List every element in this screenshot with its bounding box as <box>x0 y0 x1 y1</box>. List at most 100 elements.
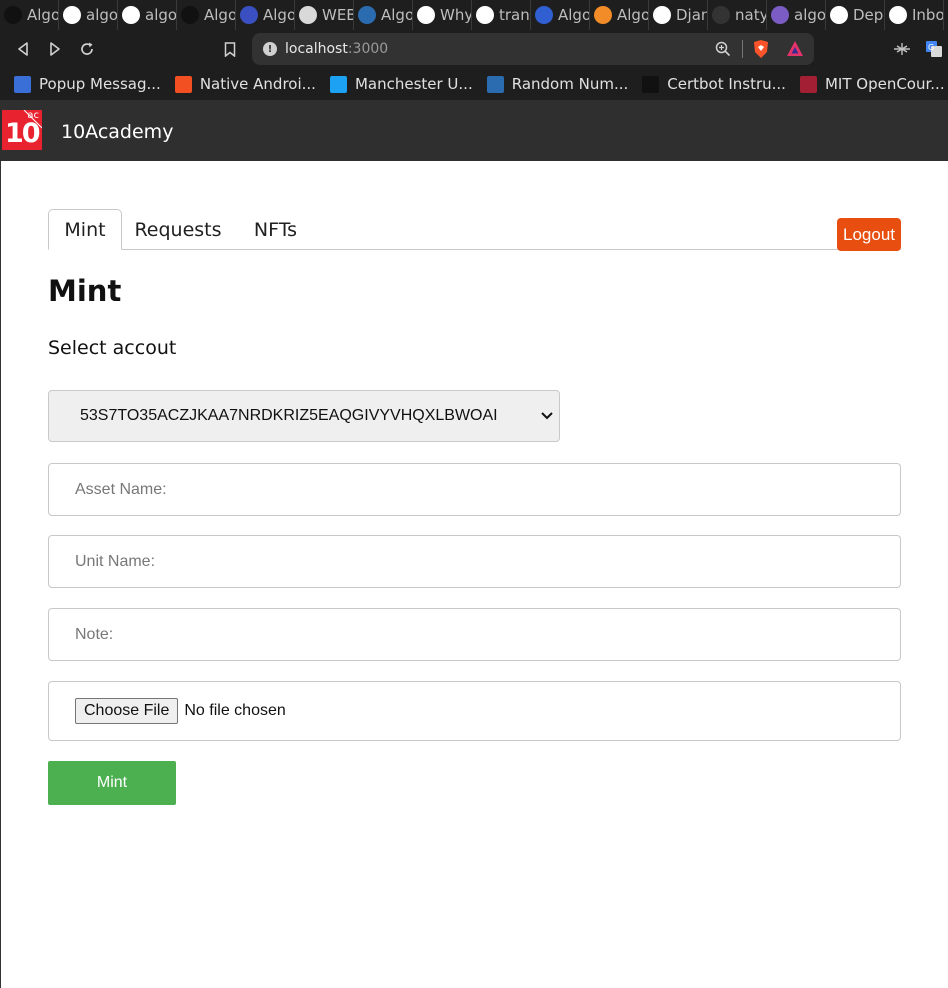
url-host: localhost <box>285 41 348 57</box>
account-select-value: 53S7TO35ACZJKAA7NRDKRIZ5EAQGIVYVHQXLBWOA… <box>80 407 498 424</box>
browser-tab-title: Algo <box>27 6 59 24</box>
bookmark-label: Native Androi... <box>199 75 316 93</box>
google-icon <box>63 6 81 24</box>
browser-tab[interactable]: Algo <box>0 0 59 30</box>
asset-name-input[interactable]: Asset Name: <box>48 463 901 516</box>
browser-tab[interactable]: algo <box>767 0 826 30</box>
page-title: Mint <box>48 274 122 308</box>
browser-tab[interactable]: algo <box>59 0 118 30</box>
bookmark-label: Random Num... <box>511 75 629 93</box>
browser-tab-title: algo <box>794 6 826 24</box>
extension-puzzle-icon[interactable] <box>890 37 914 61</box>
brave-rewards-icon[interactable] <box>786 40 804 61</box>
algorand-white-icon <box>417 6 435 24</box>
algoexplorer-icon <box>240 6 258 24</box>
svg-text:G: G <box>928 43 934 52</box>
bookmark-label: Manchester U... <box>354 75 473 93</box>
bookmark-icon[interactable] <box>218 37 242 61</box>
browser-tab-title: Inbo <box>912 6 944 24</box>
browser-tab-strip: Algo algo algo Algo Algo WEB Algo Why tran Algo Al… <box>0 0 948 30</box>
browser-tab[interactable]: Algo <box>531 0 590 30</box>
browser-tab[interactable]: Why <box>413 0 472 30</box>
unit-name-input[interactable]: Unit Name: <box>48 535 901 588</box>
site-info-icon[interactable]: ! <box>263 42 277 56</box>
gmail-icon <box>889 6 907 24</box>
logout-button[interactable]: Logout <box>837 218 901 251</box>
note-input[interactable]: Note: <box>48 608 901 661</box>
page-left-border <box>0 161 1 988</box>
bookmark-favicon-icon <box>799 75 817 93</box>
translate-extension-icon[interactable]: G <box>922 37 946 61</box>
bookmark-favicon-icon <box>14 75 31 93</box>
browser-tab[interactable]: Algo <box>177 0 236 30</box>
browser-tab-title: tran <box>499 6 530 24</box>
browser-tab[interactable]: Djan <box>649 0 708 30</box>
browser-tab-title: Djan <box>676 6 708 24</box>
nav-tabs: Mint Requests NFTs <box>48 209 901 250</box>
browser-tab-title: Algo <box>204 6 236 24</box>
tab-nfts[interactable]: NFTs <box>238 209 313 250</box>
google-icon <box>122 6 140 24</box>
bookmarks-bar: Popup Messag... Native Androi... Mancheste… <box>0 68 948 100</box>
choose-file-button[interactable]: Choose File <box>75 698 179 724</box>
google-icon <box>653 6 671 24</box>
10academy-logo[interactable]: 10 ac <box>2 110 42 150</box>
address-bar[interactable]: ! localhost:3000 <box>252 33 814 65</box>
urlbar-divider <box>742 40 743 58</box>
browser-tab-title: Algo <box>617 6 649 24</box>
bookmark-item[interactable]: Popup Messag... <box>14 75 161 93</box>
browser-tab[interactable]: WEB <box>295 0 354 30</box>
browser-tab[interactable]: algo <box>118 0 177 30</box>
google-icon <box>476 6 494 24</box>
browser-tab-title: Why <box>440 6 472 24</box>
zoom-icon[interactable] <box>715 41 731 61</box>
reload-icon[interactable] <box>75 37 99 61</box>
brand-title[interactable]: 10Academy <box>61 121 173 143</box>
orange-icon <box>594 6 612 24</box>
url-port: :3000 <box>347 41 389 57</box>
bookmark-item[interactable]: Random Num... <box>486 75 629 93</box>
tab-mint[interactable]: Mint <box>48 209 122 250</box>
bookmark-favicon-icon <box>642 75 660 93</box>
bookmark-label: MIT OpenCour... <box>824 75 945 93</box>
browser-tab-title: algo <box>145 6 177 24</box>
browser-tab[interactable]: Algo <box>236 0 295 30</box>
forward-icon[interactable] <box>43 37 67 61</box>
account-select[interactable]: 53S7TO35ACZJKAA7NRDKRIZ5EAQGIVYVHQXLBWOA… <box>48 390 560 442</box>
browser-tab-title: naty <box>735 6 767 24</box>
browser-tab[interactable]: Dep <box>826 0 885 30</box>
brave-shield-icon[interactable] <box>752 39 770 63</box>
bookmark-label: Certbot Instru... <box>667 75 786 93</box>
bookmark-item[interactable]: MIT OpenCour... <box>799 75 945 93</box>
browser-tab[interactable]: tran <box>472 0 531 30</box>
browser-tab[interactable]: Algo <box>590 0 649 30</box>
browser-tab-title: Dep <box>853 6 884 24</box>
browser-toolbar: ! localhost:3000 G <box>0 30 948 68</box>
github-icon <box>712 6 730 24</box>
browser-tab[interactable]: naty <box>708 0 767 30</box>
pera-icon <box>535 6 553 24</box>
mint-button[interactable]: Mint <box>48 761 176 805</box>
bookmark-favicon-icon <box>486 75 504 93</box>
file-status: No file chosen <box>184 702 286 719</box>
browser-tab-title: Algo <box>263 6 295 24</box>
select-account-label: Select accout <box>48 337 177 359</box>
bookmark-item[interactable]: Certbot Instru... <box>642 75 786 93</box>
browser-tab-title: WEB <box>322 6 354 24</box>
back-icon[interactable] <box>11 37 35 61</box>
vercel-icon <box>830 6 848 24</box>
chevron-down-icon <box>539 407 555 425</box>
bookmark-item[interactable]: Manchester U... <box>329 75 473 93</box>
kotlin-icon <box>358 6 376 24</box>
algorand-icon <box>181 6 199 24</box>
bookmark-item[interactable]: Native Androi... <box>174 75 316 93</box>
browser-tab-title: Algo <box>381 6 413 24</box>
file-input: Choose File No file chosen <box>48 681 901 741</box>
cloud-icon <box>299 6 317 24</box>
bookmark-label: Popup Messag... <box>39 75 161 93</box>
browser-tab-title: Algo <box>558 6 590 24</box>
browser-tab[interactable]: Inbo <box>885 0 944 30</box>
tab-requests[interactable]: Requests <box>122 209 234 250</box>
browser-tab-title: algo <box>86 6 118 24</box>
browser-tab[interactable]: Algo <box>354 0 413 30</box>
